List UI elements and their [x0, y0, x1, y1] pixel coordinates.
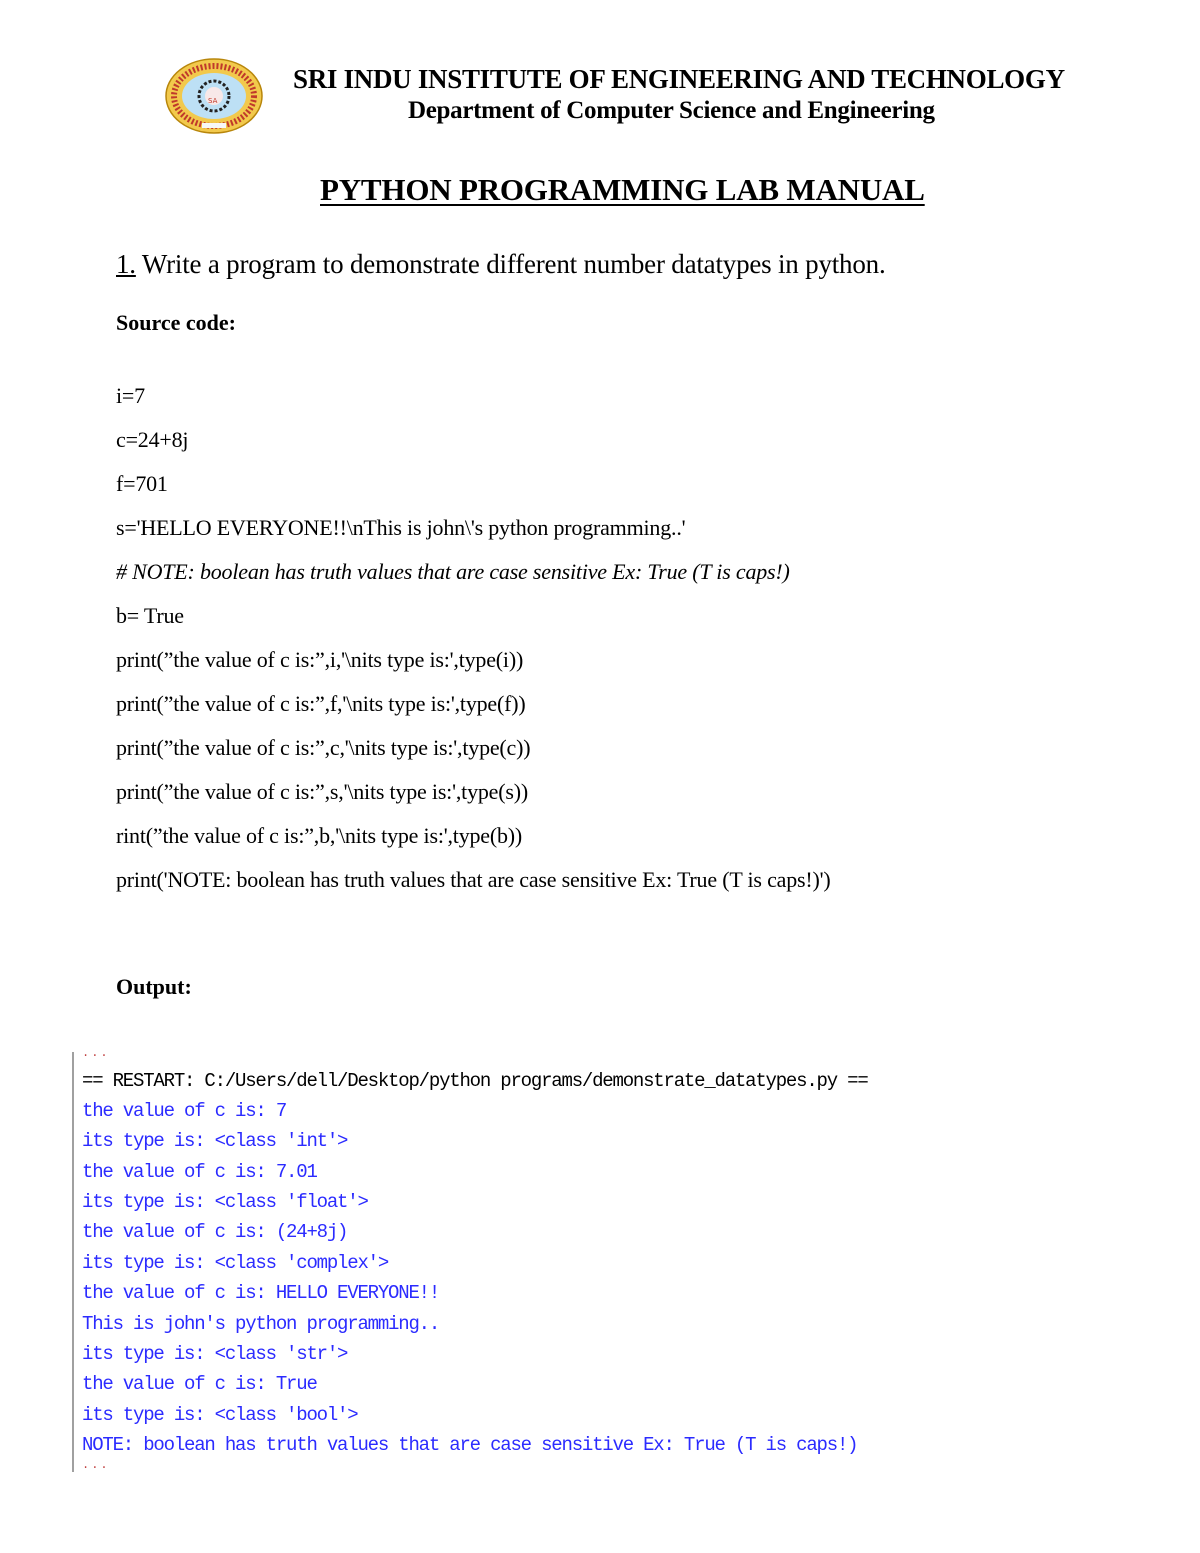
question-heading: 1. Write a program to demonstrate differ…: [116, 249, 886, 280]
code-line: print(”the value of c is:”,c,'\nits type…: [116, 735, 531, 760]
prompt-dots-bottom: ...: [82, 1458, 110, 1472]
console-line: its type is: <class 'float'>: [82, 1191, 369, 1213]
console-output: ... == RESTART: C:/Users/dell/Desktop/py…: [72, 1046, 972, 1472]
institute-emblem-icon: SA: [165, 58, 263, 134]
console-line: the value of c is: 7: [82, 1100, 287, 1122]
question-text: Write a program to demonstrate different…: [135, 249, 886, 279]
code-line: rint(”the value of c is:”,b,'\nits type …: [116, 823, 523, 848]
lab-manual-page: SA SRI INDU INSTITUTE OF ENGINEERING AND…: [0, 0, 1200, 1553]
institute-name: SRI INDU INSTITUTE OF ENGINEERING AND TE…: [293, 64, 1065, 94]
code-line: c=24+8j: [116, 427, 189, 452]
code-line: i=7: [116, 383, 145, 408]
console-line: the value of c is: (24+8j): [82, 1221, 348, 1243]
console-line: its type is: <class 'str'>: [82, 1343, 348, 1365]
console-line: This is john's python programming..: [82, 1313, 440, 1335]
console-line: the value of c is: 7.01: [82, 1161, 318, 1183]
prompt-dots-top: ...: [82, 1046, 110, 1060]
department-name: Department of Computer Science and Engin…: [408, 97, 935, 124]
svg-text:SA: SA: [208, 97, 218, 105]
restart-line: == RESTART: C:/Users/dell/Desktop/python…: [82, 1070, 869, 1092]
question-number: 1.: [116, 249, 136, 279]
code-line: f=701: [116, 471, 168, 496]
code-line: b= True: [116, 603, 184, 628]
code-comment-line: # NOTE: boolean has truth values that ar…: [116, 559, 790, 584]
output-label: Output:: [116, 974, 192, 999]
code-line: print('NOTE: boolean has truth values th…: [116, 867, 831, 892]
console-line: its type is: <class 'complex'>: [82, 1252, 389, 1274]
page-title: PYTHON PROGRAMMING LAB MANUAL: [320, 172, 925, 207]
console-line: NOTE: boolean has truth values that are …: [82, 1434, 859, 1456]
console-line: its type is: <class 'bool'>: [82, 1404, 359, 1426]
console-line: its type is: <class 'int'>: [82, 1130, 348, 1152]
console-line: the value of c is: True: [82, 1373, 318, 1395]
code-line: print(”the value of c is:”,s,'\nits type…: [116, 779, 528, 804]
code-line: print(”the value of c is:”,i,'\nits type…: [116, 647, 524, 672]
console-left-border: [72, 1052, 74, 1472]
code-line: s='HELLO EVERYONE!!\nThis is john\'s pyt…: [116, 515, 686, 540]
console-line: the value of c is: HELLO EVERYONE!!: [82, 1282, 440, 1304]
source-code-label: Source code:: [116, 310, 236, 335]
code-line: print(”the value of c is:”,f,'\nits type…: [116, 691, 526, 716]
